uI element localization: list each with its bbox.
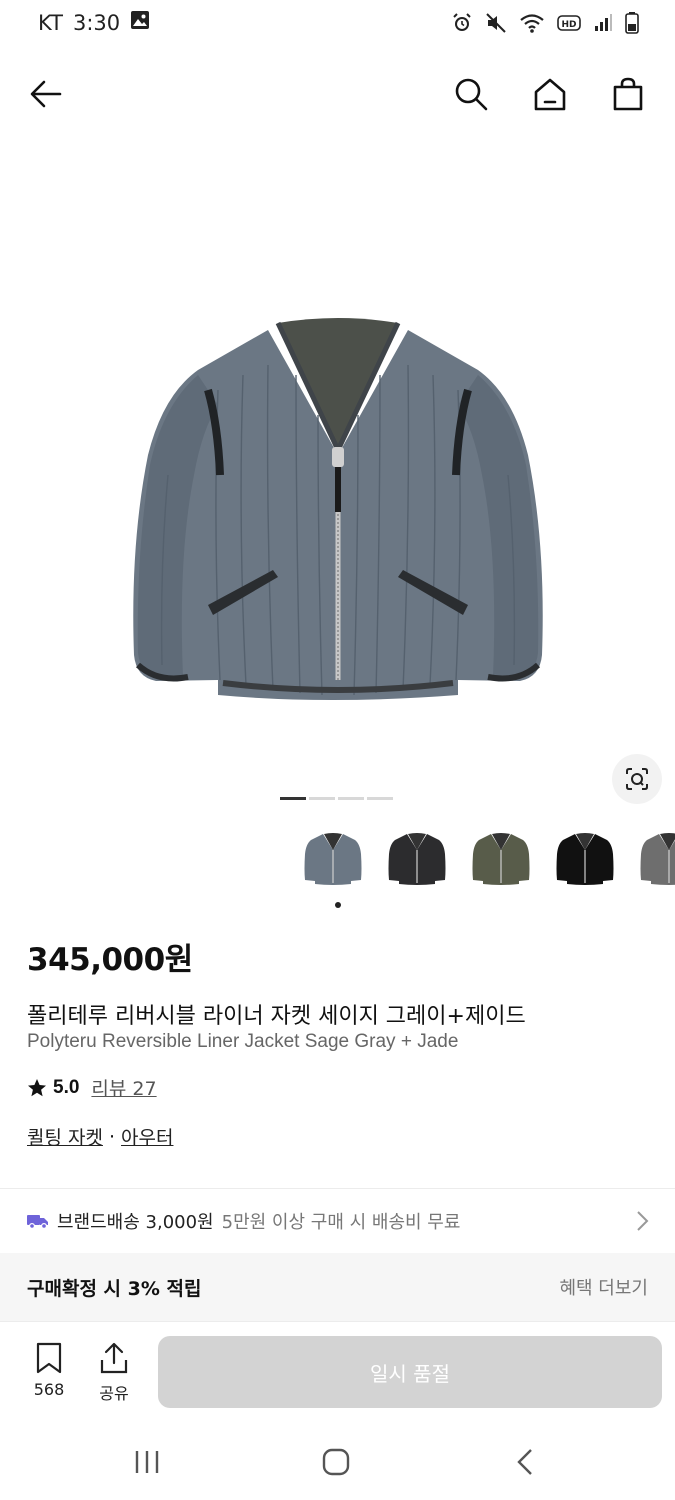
search-icon: [455, 78, 488, 111]
image-pager: [280, 797, 393, 800]
jacket-thumb-icon: [640, 833, 675, 885]
recents-icon: [135, 1451, 159, 1473]
status-left: KT 3:30: [38, 10, 150, 35]
arrow-left-icon: [30, 80, 62, 108]
cart-button[interactable]: [606, 72, 650, 116]
pager-indicator: [367, 797, 393, 800]
wifi-icon: [519, 12, 545, 38]
action-bar: 568 공유 일시 품절: [0, 1322, 675, 1420]
jacket-thumb-icon: [556, 833, 614, 885]
rating-row: 5.0 리뷰 27: [27, 1074, 157, 1101]
selected-thumb-dot: [335, 902, 341, 908]
bookmark-button[interactable]: 568: [24, 1342, 74, 1399]
back-system-button[interactable]: [505, 1442, 545, 1482]
top-nav: [0, 60, 675, 130]
benefits-more-link[interactable]: 혜택 더보기: [559, 1274, 648, 1300]
color-thumb-black[interactable]: [552, 822, 618, 894]
jacket-thumb-icon: [304, 833, 362, 885]
home-circle-icon: [322, 1448, 350, 1476]
mute-icon: [485, 12, 507, 38]
system-nav: [0, 1420, 675, 1500]
recents-button[interactable]: [127, 1442, 167, 1482]
lens-icon: [626, 768, 648, 790]
category-link-outer[interactable]: 아우터: [121, 1123, 173, 1150]
product-title-ko: 폴리테루 리버시블 라이너 자켓 세이지 그레이+제이드: [27, 1004, 526, 1029]
jacket-thumb-icon: [388, 833, 446, 885]
color-thumb-gray[interactable]: [636, 822, 675, 894]
alarm-icon: [451, 12, 473, 38]
category-link-quilted-jacket[interactable]: 퀼팅 자켓: [27, 1123, 103, 1150]
jacket-thumb-icon: [472, 833, 530, 885]
points-text: 구매확정 시 3% 적립: [27, 1277, 202, 1300]
image-search-button[interactable]: [612, 754, 662, 804]
shipping-row[interactable]: 브랜드배송 3,000원 5만원 이상 구매 시 배송비 무료: [0, 1190, 675, 1252]
color-thumb-sage-gray[interactable]: [300, 822, 366, 894]
gallery-icon: [130, 10, 150, 35]
signal-icon: [593, 13, 613, 37]
hd-icon: HD: [557, 13, 581, 37]
color-thumb-olive[interactable]: [468, 822, 534, 894]
clock: 3:30: [72, 10, 121, 35]
jacket-illustration: [132, 318, 543, 700]
share-label: 공유: [99, 1384, 129, 1403]
chevron-right-icon: [637, 1211, 649, 1231]
pager-indicator: [338, 797, 364, 800]
home-icon: [534, 78, 566, 111]
star-icon: [28, 1078, 46, 1096]
status-bar: KT 3:30 HD: [0, 0, 675, 48]
home-system-button[interactable]: [316, 1442, 356, 1482]
product-image[interactable]: [0, 140, 675, 790]
status-right: HD: [451, 12, 639, 38]
pager-indicator-active: [280, 797, 306, 800]
truck-icon: [27, 1215, 48, 1229]
svg-text:HD: HD: [561, 20, 576, 30]
soldout-button[interactable]: 일시 품절: [158, 1336, 662, 1408]
carrier-label: KT: [38, 10, 63, 35]
shipping-condition: 5만원 이상 구매 시 배송비 무료: [221, 1212, 461, 1233]
pager-indicator: [309, 797, 335, 800]
battery-icon: [625, 12, 639, 38]
color-thumb-charcoal[interactable]: [384, 822, 450, 894]
bookmark-icon: [36, 1342, 62, 1374]
category-row: 퀼팅 자켓 · 아우터: [27, 1123, 173, 1150]
shopping-bag-icon: [613, 77, 643, 111]
review-link[interactable]: 리뷰 27: [91, 1074, 156, 1101]
color-thumbnails: [300, 822, 675, 894]
points-row: 구매확정 시 3% 적립 혜택 더보기: [0, 1253, 675, 1321]
share-icon: [100, 1342, 128, 1374]
product-title-en: Polyteru Reversible Liner Jacket Sage Gr…: [27, 1031, 459, 1052]
share-button[interactable]: 공유: [89, 1342, 139, 1404]
home-button[interactable]: [528, 72, 572, 116]
category-separator: ·: [108, 1125, 116, 1148]
bookmark-count: 568: [33, 1380, 65, 1399]
back-button[interactable]: [24, 72, 68, 116]
divider: [0, 1188, 675, 1189]
search-button[interactable]: [449, 72, 493, 116]
rating-value: 5.0: [53, 1076, 80, 1098]
shipping-brand: 브랜드배송 3,000원: [57, 1212, 214, 1233]
chevron-left-icon: [517, 1449, 532, 1475]
product-price: 345,000원: [27, 942, 193, 978]
